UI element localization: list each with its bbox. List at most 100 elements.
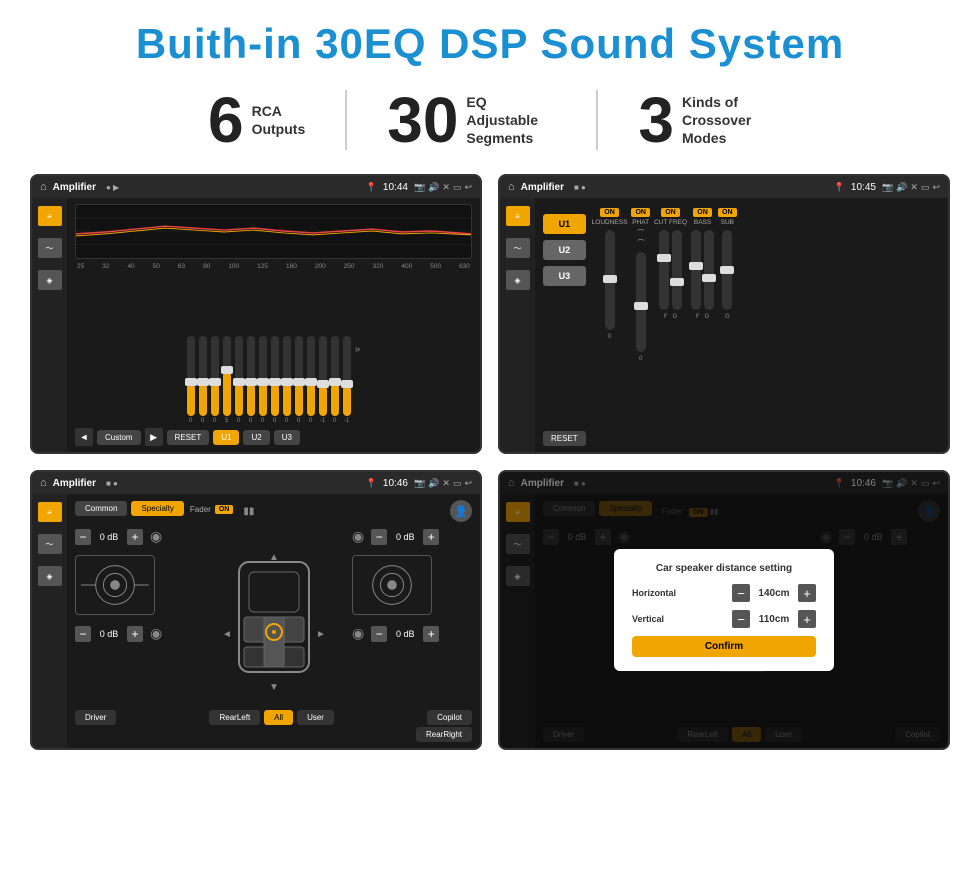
dialog-horizontal-plus[interactable]: + [798, 584, 816, 602]
u2-button[interactable]: U2 [543, 240, 586, 260]
db-minus-1[interactable]: − [75, 626, 91, 642]
fader-sidebar-icon-2[interactable]: 〜 [38, 534, 62, 554]
fader-rearright-btn[interactable]: RearRight [416, 727, 472, 742]
dialog-horizontal-minus[interactable]: − [732, 584, 750, 602]
eq-sidebar-icon-3[interactable]: ◈ [38, 270, 62, 290]
crossover-sidebar-icon-1[interactable]: ≡ [506, 206, 530, 226]
eq-slider-1: 0 [199, 336, 207, 424]
fader-sidebar-icon-3[interactable]: ◈ [38, 566, 62, 586]
stat-rca: 6 RCAOutputs [168, 88, 345, 152]
page-container: Buith-in 30EQ DSP Sound System 6 RCAOutp… [0, 0, 980, 881]
eq-slider-6: 0 [259, 336, 267, 424]
dialog-screen: ⌂ Amplifier ■ ● 📍 10:46 📷🔊✕▭↩ ≡ 〜 ◈ [498, 470, 950, 750]
eq-slider-track-10[interactable] [307, 336, 315, 416]
eq-slider-track-5[interactable] [247, 336, 255, 416]
eq-play-btn[interactable]: ▶ [145, 428, 163, 446]
eq-slider-track-13[interactable] [343, 336, 351, 416]
cutfreq-slider-f[interactable] [659, 230, 669, 310]
eq-u3-btn[interactable]: U3 [274, 430, 300, 445]
fader-left-sidebar: ≡ 〜 ◈ [32, 494, 67, 748]
eq-custom-btn[interactable]: Custom [97, 430, 141, 445]
cutfreq-on-badge: ON [661, 208, 680, 217]
fader-sidebar-icon-1[interactable]: ≡ [38, 502, 62, 522]
dialog-vertical-plus[interactable]: + [798, 610, 816, 628]
bass-slider-f[interactable] [691, 230, 701, 310]
eq-slider-13: -1 [343, 336, 351, 424]
eq-slider-track-0[interactable] [187, 336, 195, 416]
dialog-vertical-value: 110cm [754, 614, 794, 625]
sub-slider[interactable] [722, 230, 732, 310]
fader-home-icon[interactable]: ⌂ [40, 477, 47, 489]
eq-sidebar-icon-2[interactable]: 〜 [38, 238, 62, 258]
eq-slider-track-11[interactable] [319, 336, 327, 416]
crossover-sidebar-icon-2[interactable]: 〜 [506, 238, 530, 258]
eq-slider-0: 0 [187, 336, 195, 424]
stat-rca-text: RCAOutputs [252, 102, 306, 138]
fader-user-btn[interactable]: User [297, 710, 334, 725]
eq-slider-track-3[interactable] [223, 336, 231, 416]
channel-cutfreq: ON CUT FREQ F G [654, 208, 687, 446]
main-title: Buith-in 30EQ DSP Sound System [136, 20, 844, 68]
stat-crossover: 3 Kinds ofCrossover Modes [598, 88, 812, 152]
dialog-vertical-minus[interactable]: − [732, 610, 750, 628]
eq-slider-track-8[interactable] [283, 336, 291, 416]
eq-main-area: 253240506380100125160200250320400500630 … [67, 198, 480, 452]
svg-text:◄: ◄ [222, 629, 232, 640]
dialog-vertical-control: − 110cm + [732, 610, 816, 628]
eq-graph [75, 204, 472, 259]
channel-phat: ON PHAT ⌒⌒ 0 [631, 208, 650, 446]
db-minus-3[interactable]: − [371, 626, 387, 642]
dialog-vertical-row: Vertical − 110cm + [632, 610, 816, 628]
db-minus-0[interactable]: − [75, 529, 91, 545]
crossover-sidebar-icon-3[interactable]: ◈ [506, 270, 530, 290]
fader-profile-icon[interactable]: 👤 [450, 500, 472, 522]
db-plus-1[interactable]: + [127, 626, 143, 642]
fader-rearleft-btn[interactable]: RearLeft [209, 710, 260, 725]
bass-slider-g[interactable] [704, 230, 714, 310]
svg-text:►: ► [316, 629, 326, 640]
fader-all-btn[interactable]: All [264, 710, 293, 725]
phat-slider[interactable] [636, 252, 646, 352]
dialog-confirm-button[interactable]: Confirm [632, 636, 816, 657]
u1-button[interactable]: U1 [543, 214, 586, 234]
u3-button[interactable]: U3 [543, 266, 586, 286]
stat-crossover-number: 3 [638, 88, 674, 152]
fader-copilot-btn[interactable]: Copilot [427, 710, 472, 725]
cutfreq-slider-g[interactable] [672, 230, 682, 310]
sub-label: SUB [721, 219, 734, 226]
eq-slider-track-7[interactable] [271, 336, 279, 416]
eq-slider-track-2[interactable] [211, 336, 219, 416]
loudness-slider[interactable] [605, 230, 615, 330]
eq-slider-3: 5 [223, 336, 231, 424]
eq-screen-content: ≡ 〜 ◈ [32, 198, 480, 452]
loudness-on-badge: ON [600, 208, 619, 217]
fader-driver-btn[interactable]: Driver [75, 710, 116, 725]
db-control-1: − 0 dB + ◉ [75, 625, 195, 642]
db-plus-2[interactable]: + [423, 529, 439, 545]
db-plus-0[interactable]: + [127, 529, 143, 545]
eq-slider-track-9[interactable] [295, 336, 303, 416]
fader-tab-specialty[interactable]: Specialty [131, 501, 183, 516]
db-minus-2[interactable]: − [371, 529, 387, 545]
eq-u1-btn[interactable]: U1 [213, 430, 239, 445]
eq-reset-btn[interactable]: RESET [167, 430, 210, 445]
eq-slider-track-12[interactable] [331, 336, 339, 416]
eq-slider-track-4[interactable] [235, 336, 243, 416]
crossover-home-icon[interactable]: ⌂ [508, 181, 515, 193]
svg-text:▲: ▲ [269, 552, 279, 563]
eq-u2-btn[interactable]: U2 [243, 430, 269, 445]
eq-status-icons: 📷🔊✕▭↩ [414, 182, 472, 193]
fader-tab-common[interactable]: Common [75, 501, 127, 516]
crossover-reset-btn[interactable]: RESET [543, 431, 586, 446]
home-icon[interactable]: ⌂ [40, 181, 47, 193]
eq-sidebar-icon-1[interactable]: ≡ [38, 206, 62, 226]
bass-label: BASS [694, 219, 711, 226]
dialog-horizontal-label: Horizontal [632, 588, 676, 598]
eq-slider-track-6[interactable] [259, 336, 267, 416]
db-plus-3[interactable]: + [423, 626, 439, 642]
crossover-left-sidebar: ≡ 〜 ◈ [500, 198, 535, 452]
eq-screen-title: Amplifier [53, 182, 96, 193]
eq-slider-track-1[interactable] [199, 336, 207, 416]
eq-prev-btn[interactable]: ◄ [75, 428, 93, 446]
eq-slider-10: 0 [307, 336, 315, 424]
